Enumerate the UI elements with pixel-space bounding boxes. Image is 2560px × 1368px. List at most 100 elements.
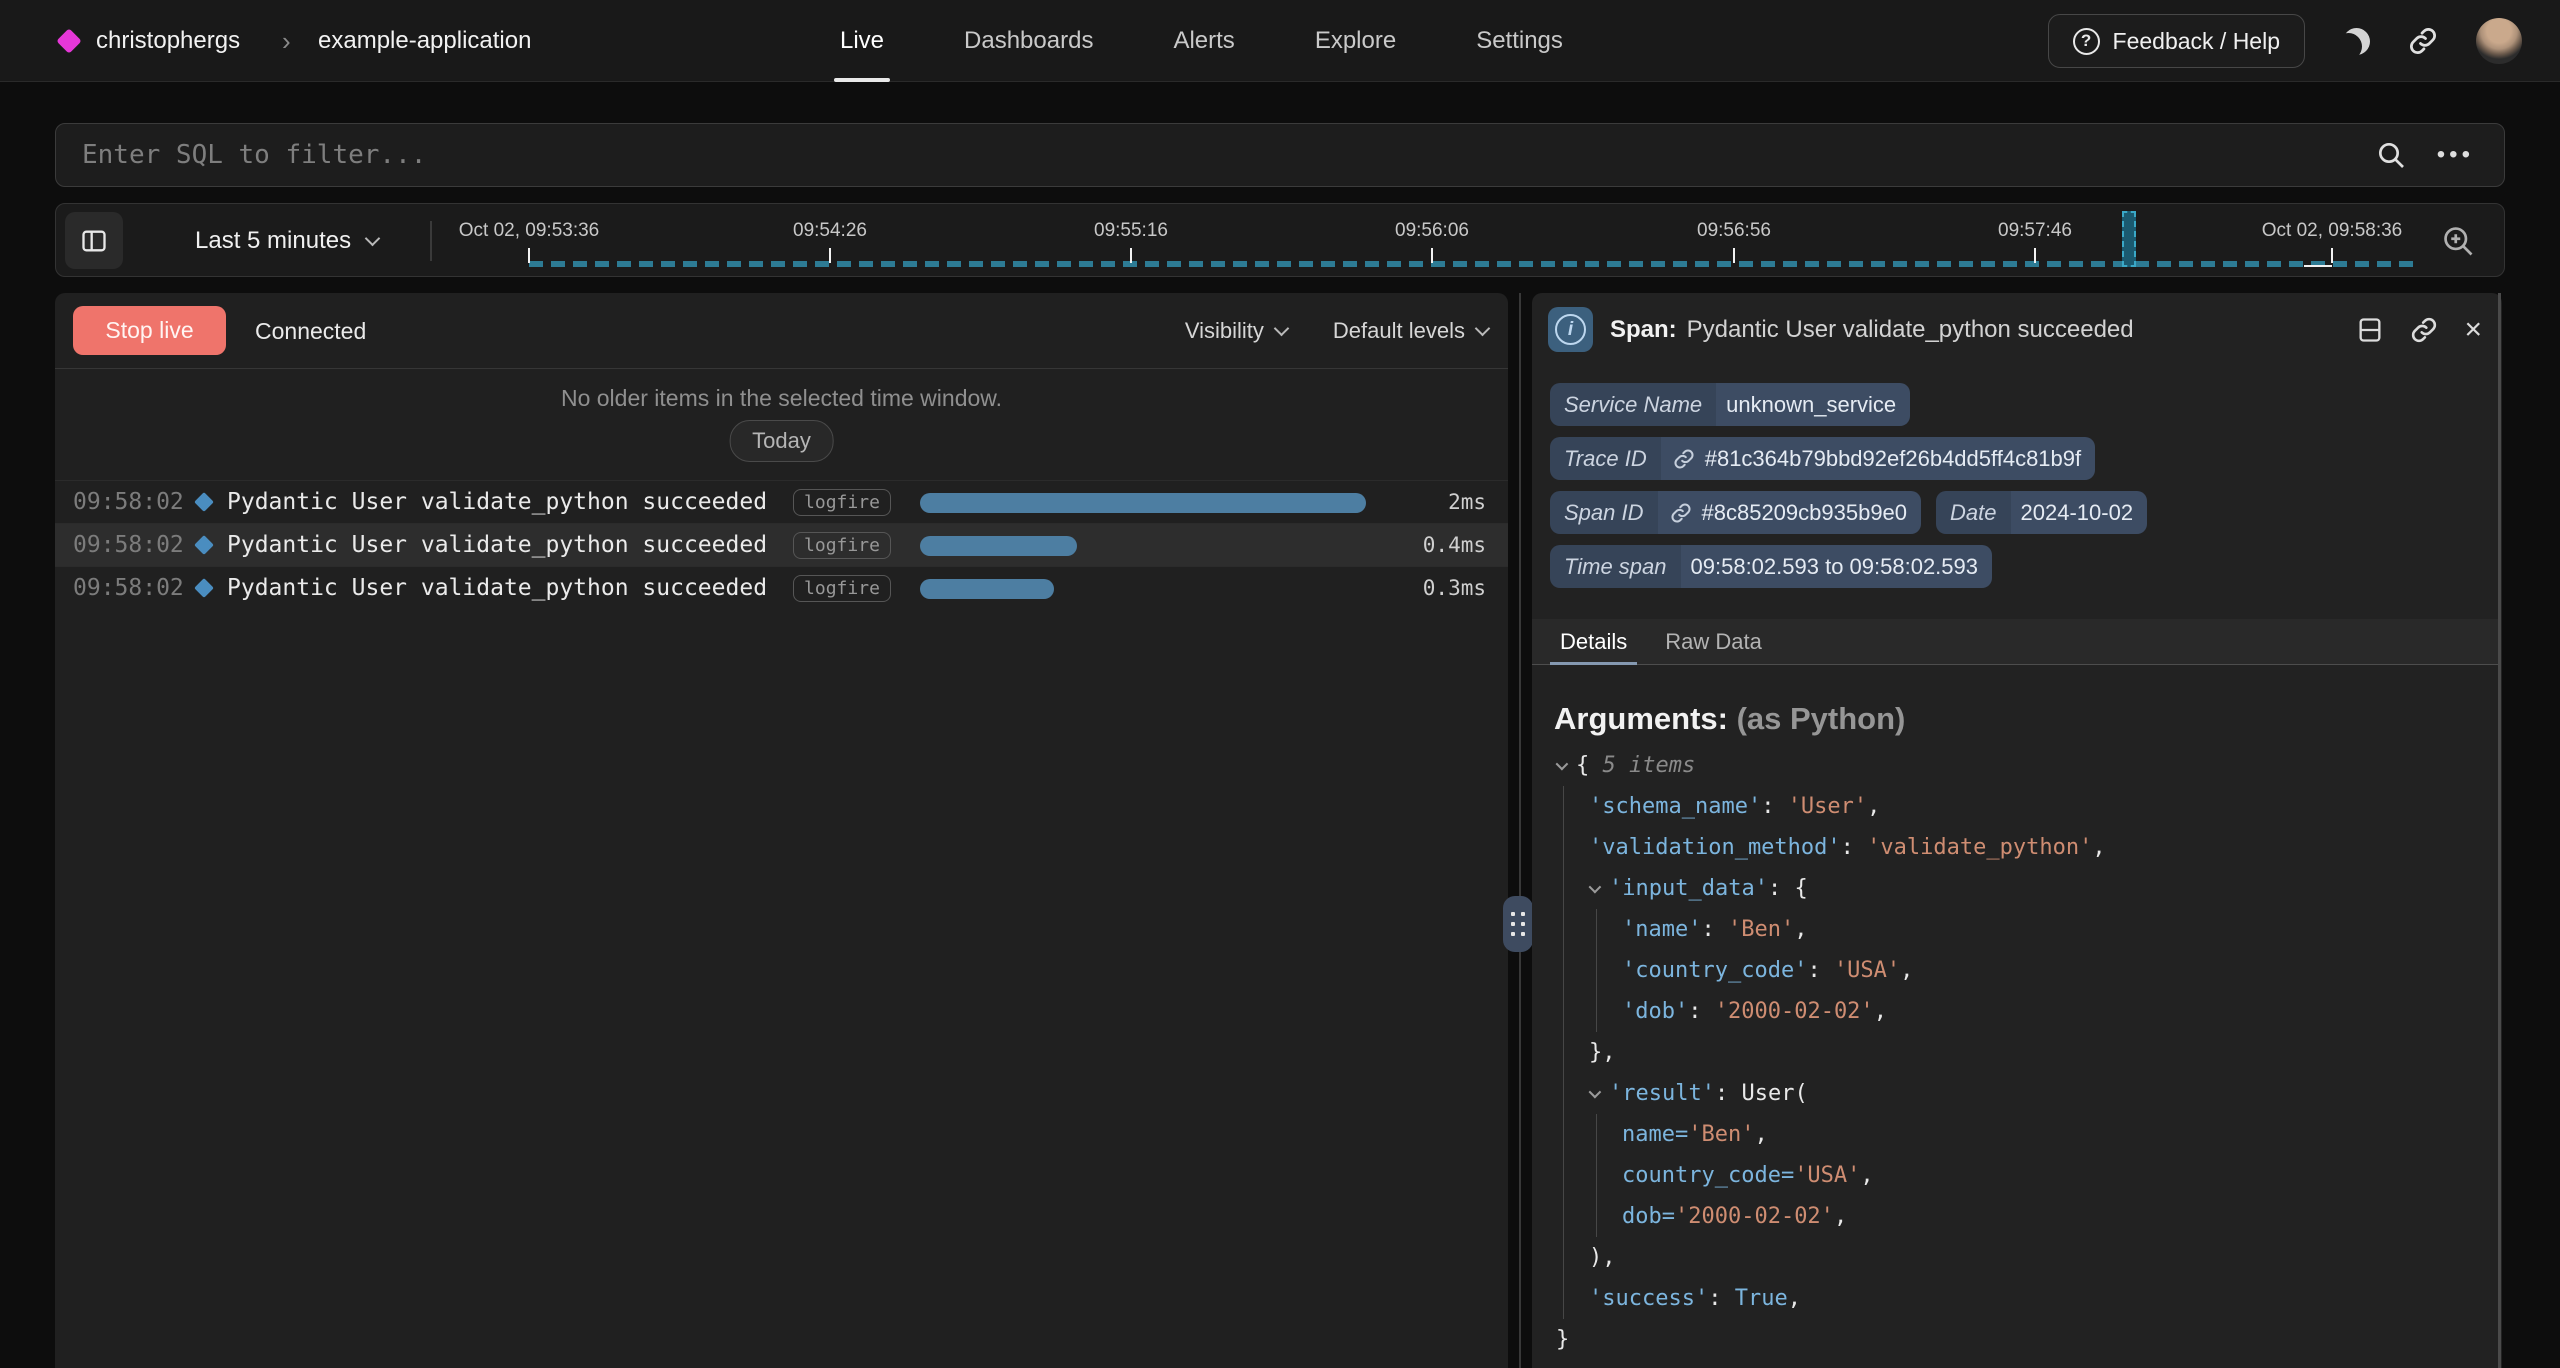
- timeline-tick-label: 09:54:26: [793, 220, 867, 242]
- indent-guide: [1596, 1155, 1622, 1196]
- stop-live-button[interactable]: Stop live: [73, 306, 226, 355]
- code-token-str: 'USA': [1834, 958, 1900, 983]
- badge-span-id[interactable]: Span ID#8c85209cb935b9e0: [1550, 491, 1921, 534]
- code-line: 'result': User(: [1556, 1073, 2106, 1114]
- timeline-tick-mark: [2034, 248, 2036, 263]
- code-token-punct: ,: [1788, 1286, 1801, 1311]
- trace-row[interactable]: 09:58:02Pydantic User validate_python su…: [55, 523, 1508, 566]
- trace-row-message: Pydantic User validate_python succeeded: [227, 532, 767, 558]
- code-token-punct: :: [1701, 917, 1728, 942]
- span-diamond-icon: [194, 492, 214, 512]
- live-panel-header: Stop live Connected Visibility Default l…: [55, 293, 1508, 369]
- split-rows-icon[interactable]: [2356, 316, 2384, 344]
- code-token-punct: :: [1688, 999, 1715, 1024]
- timeline-tick-mark: [2331, 248, 2333, 263]
- detail-tab-details[interactable]: Details: [1560, 619, 1627, 665]
- detail-scrollbar[interactable]: [2498, 293, 2501, 1368]
- today-button[interactable]: Today: [729, 420, 834, 462]
- code-token-punct: ),: [1589, 1245, 1616, 1270]
- span-info-icon: i: [1548, 307, 1593, 352]
- chevron-down-icon: [1475, 320, 1491, 336]
- timeline-toolbar: Last 5 minutes Oct 02, 09:53:3609:54:260…: [55, 203, 2505, 277]
- trace-row-timestamp: 09:58:02: [73, 575, 195, 601]
- badge-time-span[interactable]: Time span09:58:02.593 to 09:58:02.593: [1550, 545, 1992, 588]
- nav-tab-explore[interactable]: Explore: [1315, 0, 1396, 82]
- code-token-key: 'result': [1609, 1081, 1715, 1106]
- timeline-tick-mark: [1130, 248, 1132, 263]
- trace-list: 09:58:02 Pydantic User validate_python su…: [55, 480, 1508, 609]
- span-detail-panel: i Span: Pydantic User validate_python su…: [1532, 293, 2502, 1368]
- nav-tab-alerts[interactable]: Alerts: [1173, 0, 1234, 82]
- badge-date[interactable]: Date2024-10-02: [1936, 491, 2147, 534]
- feedback-help-label: Feedback / Help: [2113, 28, 2280, 55]
- badge-label: Time span: [1550, 545, 1681, 588]
- arguments-code-tree: { 5 items'schema_name': 'User','validati…: [1556, 745, 2106, 1360]
- default-levels-dropdown[interactable]: Default levels: [1333, 318, 1488, 344]
- share-link-icon[interactable]: [2408, 26, 2438, 56]
- code-token-punct: ,: [2092, 835, 2105, 860]
- code-token-punct: ,: [1867, 794, 1880, 819]
- copy-link-icon[interactable]: [2410, 316, 2438, 344]
- timeline-tick-mark: [829, 248, 831, 263]
- timeline-tick-label: 09:56:56: [1697, 220, 1771, 242]
- span-kind-label: Span:: [1610, 316, 1677, 344]
- span-diamond-icon: [194, 535, 214, 555]
- feedback-help-button[interactable]: ? Feedback / Help: [2048, 14, 2305, 68]
- logfire-logo-icon[interactable]: [56, 28, 81, 53]
- timeline-tick-label: Oct 02, 09:58:36: [2262, 220, 2403, 242]
- collapse-caret-icon[interactable]: [1589, 884, 1609, 893]
- chevron-down-icon: [1274, 320, 1290, 336]
- sql-filter-input[interactable]: [56, 124, 2375, 186]
- zoom-in-icon[interactable]: [2440, 223, 2476, 259]
- nav-tab-settings[interactable]: Settings: [1476, 0, 1563, 82]
- code-token-key: dob=: [1622, 1204, 1675, 1229]
- code-token-key: 'validation_method': [1589, 835, 1841, 860]
- code-token-punct: {: [1576, 753, 1603, 778]
- more-options-icon[interactable]: •••: [2437, 141, 2474, 169]
- collapse-caret-icon[interactable]: [1556, 761, 1576, 770]
- code-token-punct: ,: [1900, 958, 1913, 983]
- code-token-punct: :: [1708, 1286, 1735, 1311]
- code-token-key: country_code=: [1622, 1163, 1794, 1188]
- code-token-punct: ,: [1754, 1122, 1767, 1147]
- timeline-tick-mark: [1733, 248, 1735, 263]
- breadcrumb-project[interactable]: example-application: [318, 0, 531, 82]
- close-icon[interactable]: ×: [2464, 315, 2482, 345]
- collapse-caret-icon[interactable]: [1589, 1089, 1609, 1098]
- badge-service-name[interactable]: Service Nameunknown_service: [1550, 383, 1910, 426]
- nav-tab-live[interactable]: Live: [840, 0, 884, 82]
- theme-moon-icon[interactable]: [2343, 28, 2370, 55]
- timeline-axis[interactable]: Oct 02, 09:53:3609:54:2609:55:1609:56:06…: [56, 204, 2504, 276]
- badge-label: Service Name: [1550, 383, 1716, 426]
- user-avatar[interactable]: [2476, 18, 2522, 64]
- code-token-key: 'input_data': [1609, 876, 1768, 901]
- trace-row[interactable]: 09:58:02Pydantic User validate_python su…: [55, 480, 1508, 523]
- panel-divider: [1519, 293, 1521, 1368]
- indent-guide: [1563, 786, 1589, 827]
- timeline-activity-dashes: [529, 261, 2421, 267]
- visibility-dropdown[interactable]: Visibility: [1185, 318, 1287, 344]
- arguments-heading: Arguments: (as Python): [1554, 701, 1905, 737]
- badge-value: #81c364b79bbd92ef26b4dd5ff4c81b9f: [1695, 446, 2095, 472]
- trace-row-duration-label: 0.3ms: [1423, 576, 1486, 600]
- indent-guide: [1563, 909, 1589, 950]
- badge-row: Span ID#8c85209cb935b9e0 Date2024-10-02: [1550, 491, 2147, 534]
- code-line: country_code='USA',: [1556, 1155, 2106, 1196]
- nav-tabs: Live Dashboards Alerts Explore Settings: [840, 0, 1563, 82]
- top-nav: christophergs › example-application Live…: [0, 0, 2560, 82]
- badge-label: Date: [1936, 491, 2010, 534]
- breadcrumb-org[interactable]: christophergs: [96, 0, 240, 82]
- badge-trace-id[interactable]: Trace ID#81c364b79bbd92ef26b4dd5ff4c81b9…: [1550, 437, 2095, 480]
- code-token-str: 'User': [1788, 794, 1867, 819]
- default-levels-label: Default levels: [1333, 318, 1465, 344]
- trace-row[interactable]: 09:58:02Pydantic User validate_python su…: [55, 566, 1508, 609]
- link-icon: [1670, 502, 1692, 524]
- code-line: { 5 items: [1556, 745, 2106, 786]
- badge-row: Service Nameunknown_service: [1550, 383, 2147, 426]
- nav-tab-dashboards[interactable]: Dashboards: [964, 0, 1093, 82]
- trace-row-bar-track: [920, 524, 1077, 567]
- panel-resize-handle[interactable]: [1503, 896, 1533, 952]
- detail-tab-raw-data[interactable]: Raw Data: [1665, 619, 1762, 665]
- span-title: Pydantic User validate_python succeeded: [1687, 316, 2134, 344]
- search-icon[interactable]: [2375, 139, 2407, 171]
